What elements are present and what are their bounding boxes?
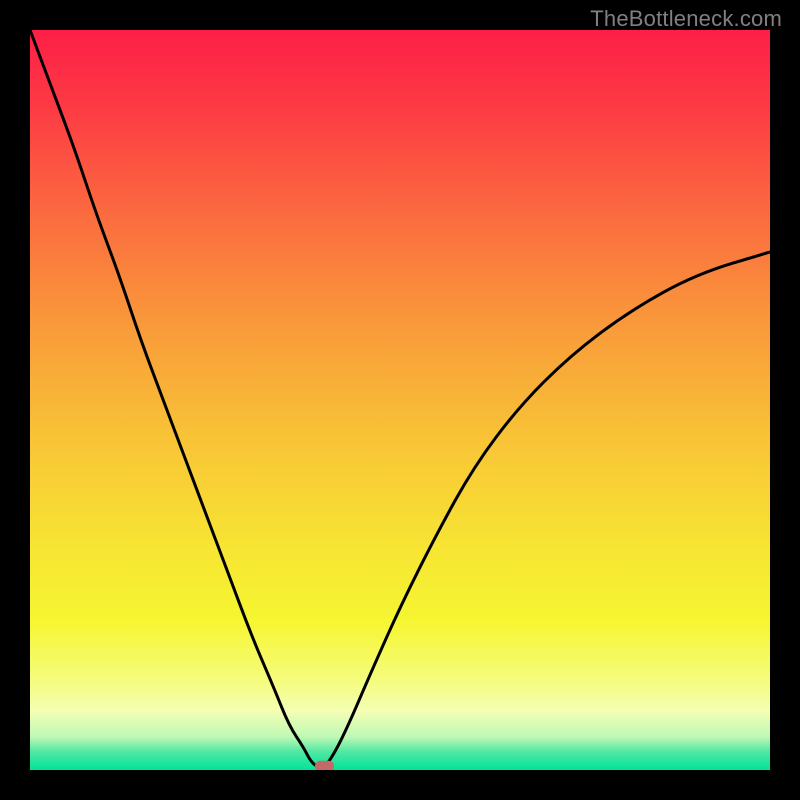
watermark-label: TheBottleneck.com <box>590 6 782 32</box>
chart-frame: TheBottleneck.com <box>0 0 800 800</box>
chart-svg <box>30 30 770 770</box>
gradient-background <box>30 30 770 770</box>
plot-area <box>30 30 770 770</box>
minimum-marker <box>315 761 334 770</box>
